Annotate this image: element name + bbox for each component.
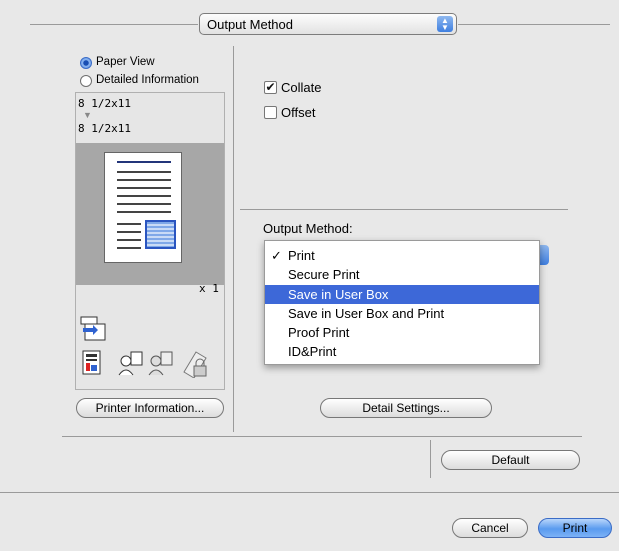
menu-item-save-in-user-box-and-print[interactable]: Save in User Box and Print — [265, 304, 539, 323]
footer-separator — [0, 492, 619, 493]
output-size-text: 8 1/2x11 — [78, 122, 131, 135]
menu-item-save-in-user-box[interactable]: Save in User Box — [265, 285, 539, 304]
menu-item-print[interactable]: ✓ Print — [265, 246, 539, 265]
printer-information-button[interactable]: Printer Information... — [76, 398, 224, 418]
default-button[interactable]: Default — [441, 450, 580, 470]
top-separator-left — [30, 24, 198, 25]
output-section-separator — [240, 209, 568, 210]
detailed-information-radio[interactable] — [80, 75, 92, 87]
output-method-popup-label: Output Method — [207, 17, 293, 32]
cancel-button[interactable]: Cancel — [452, 518, 528, 538]
bottom-separator — [62, 436, 582, 437]
output-tray-icon — [80, 316, 106, 341]
detailed-information-label: Detailed Information — [96, 74, 199, 86]
user-authentication-icon — [148, 351, 173, 376]
offset-label: Offset — [281, 105, 316, 120]
user-account-icon — [118, 351, 143, 376]
output-method-menu[interactable]: ✓ Print Secure Print Save in User Box Sa… — [264, 240, 540, 365]
menu-item-proof-print[interactable]: Proof Print — [265, 323, 539, 342]
default-divider — [430, 440, 431, 478]
output-method-popup[interactable]: Output Method ▲ ▼ — [199, 13, 457, 35]
page-preview — [104, 152, 182, 263]
paper-view-radio[interactable] — [80, 57, 92, 69]
popup-arrows-icon: ▲ ▼ — [437, 16, 453, 32]
copies-text: x 1 — [199, 282, 219, 295]
collate-label: Collate — [281, 80, 322, 95]
paper-view-label: Paper View — [96, 56, 155, 68]
print-button[interactable]: Print — [538, 518, 612, 538]
menu-item-secure-print[interactable]: Secure Print — [265, 265, 539, 284]
collate-checkbox[interactable]: ✔ — [264, 81, 277, 94]
left-panel-divider — [233, 46, 234, 432]
offset-checkbox[interactable] — [264, 106, 277, 119]
detail-settings-button[interactable]: Detail Settings... — [320, 398, 492, 418]
down-arrow-icon: ▼ — [83, 110, 92, 120]
lock-document-icon — [183, 351, 207, 378]
document-settings-icon — [82, 350, 101, 375]
checkmark-icon: ✓ — [271, 248, 282, 263]
menu-item-id-print[interactable]: ID&Print — [265, 342, 539, 361]
output-method-label: Output Method: — [263, 221, 353, 236]
original-size-text: 8 1/2x11 — [78, 97, 131, 110]
top-separator-right — [458, 24, 610, 25]
